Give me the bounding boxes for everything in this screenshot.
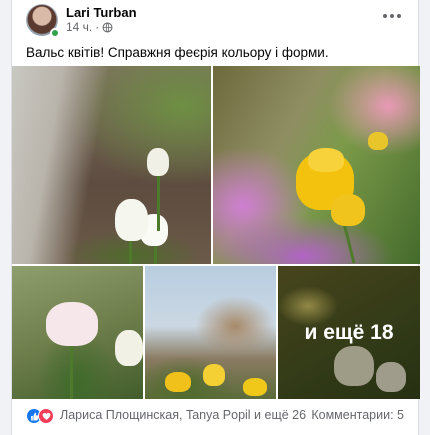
tulip — [46, 302, 98, 346]
online-status-dot — [50, 28, 60, 38]
tulip — [115, 199, 148, 241]
photo-pink-tulip[interactable] — [12, 266, 143, 399]
tulip — [331, 194, 365, 226]
post-time[interactable]: 14 ч. — [66, 20, 92, 34]
dot-icon — [383, 14, 387, 18]
more-options-button[interactable] — [380, 6, 404, 26]
post-caption: Вальс квітів! Справжня феєрія кольору і … — [26, 45, 329, 60]
stem — [157, 171, 160, 231]
photo-white-tulips[interactable] — [12, 66, 211, 264]
more-photos-label: и ещё 18 — [304, 320, 394, 344]
globe-icon — [102, 22, 113, 32]
post-footer: Лариса Площинская, Tanya Popil и ещё 26 … — [12, 399, 418, 431]
stem — [129, 241, 132, 264]
comments-count-link[interactable]: Комментарии: 5 — [311, 408, 404, 422]
daffodil — [243, 378, 267, 396]
tulip — [115, 330, 143, 366]
post-header: Lari Turban 14 ч. · — [12, 0, 418, 40]
love-icon — [38, 408, 54, 424]
dot-icon — [397, 14, 401, 18]
reactors-link[interactable]: Лариса Площинская, Tanya Popil и ещё 26 — [60, 408, 306, 422]
daffodil — [203, 364, 225, 386]
daffodil — [165, 372, 191, 392]
photo-narcissus[interactable]: и ещё 18 — [278, 266, 420, 399]
author-name[interactable]: Lari Turban — [66, 5, 137, 20]
more-photos-overlay[interactable]: и ещё 18 — [278, 266, 420, 399]
photo-daffodils-sky[interactable] — [145, 266, 276, 399]
tulip — [368, 132, 388, 150]
tulip — [147, 148, 169, 176]
photo-grid: и ещё 18 — [12, 66, 420, 399]
tulip-petal — [308, 148, 344, 172]
reaction-icons[interactable] — [26, 408, 54, 424]
photo-yellow-tulips[interactable] — [213, 66, 420, 264]
post-card: Lari Turban 14 ч. · Вальс квітів! Справж… — [11, 0, 420, 435]
post-meta: 14 ч. · — [66, 20, 113, 34]
meta-separator: · — [95, 20, 100, 34]
dot-icon — [390, 14, 394, 18]
